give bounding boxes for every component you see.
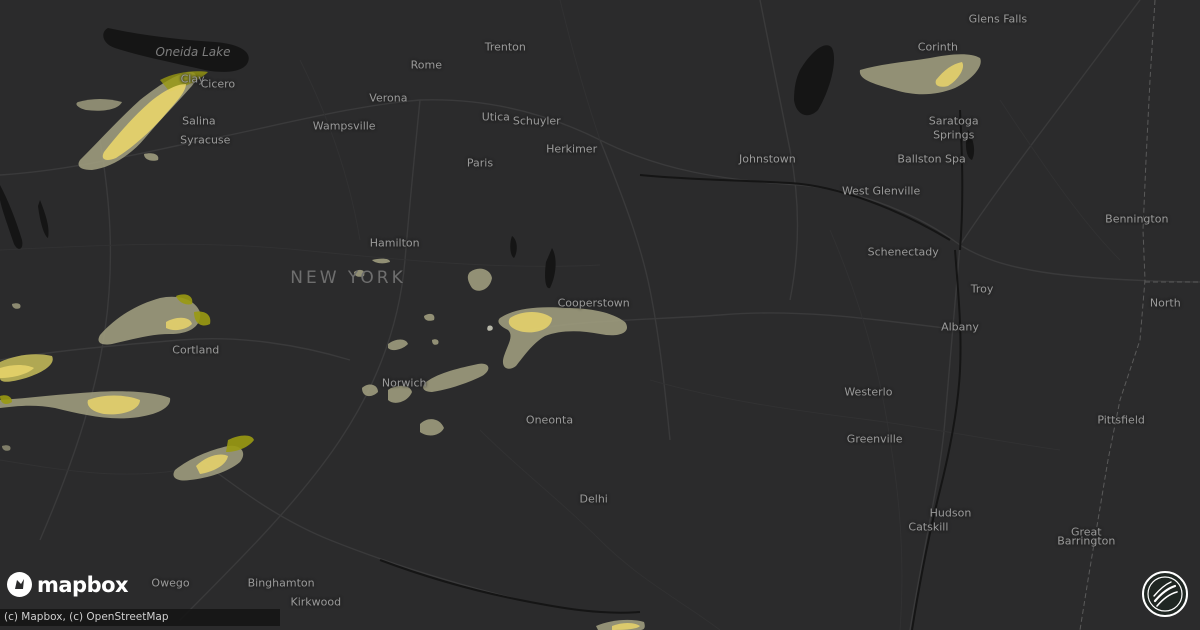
mapbox-logo-icon xyxy=(7,572,32,597)
map-attribution[interactable]: (c) Mapbox, (c) OpenStreetMap xyxy=(0,609,280,626)
place-label-verona: Verona xyxy=(369,91,408,105)
place-label-trenton: Trenton xyxy=(484,40,526,54)
precip-blob-10 xyxy=(487,325,493,331)
place-label-saratoga: Saratoga xyxy=(928,114,979,128)
map-canvas[interactable]: Oneida Lake NEW YORK Glens Falls Corinth S… xyxy=(0,0,1200,630)
place-label-pittsfield: Pittsfield xyxy=(1097,413,1145,427)
place-label-syracuse: Syracuse xyxy=(180,133,231,147)
place-label-delhi: Delhi xyxy=(579,492,608,506)
place-label-cooperstown: Cooperstown xyxy=(557,296,630,310)
place-label-hamilton: Hamilton xyxy=(369,236,420,250)
place-label-binghamton: Binghamton xyxy=(247,576,315,590)
place-label-johnstown: Johnstown xyxy=(739,152,796,166)
place-label-bennington: Bennington xyxy=(1105,212,1169,226)
storm-logo-icon xyxy=(1142,571,1188,617)
place-label-greenville: Greenville xyxy=(846,432,903,446)
place-label-north: North xyxy=(1149,296,1181,310)
place-label-paris: Paris xyxy=(466,156,494,170)
place-label-schenectady: Schenectady xyxy=(867,245,939,259)
place-label-troy: Troy xyxy=(970,282,994,296)
place-label-utica: Utica xyxy=(481,110,510,124)
oneida-lake-label: Oneida Lake xyxy=(155,45,231,59)
site-logo-badge[interactable] xyxy=(1142,571,1188,617)
map-base-layer xyxy=(0,0,1200,630)
place-label-westerlo: Westerlo xyxy=(844,385,893,399)
place-label-schuyler: Schuyler xyxy=(512,114,561,128)
place-label-herkimer: Herkimer xyxy=(546,142,598,156)
place-label-kirkwood: Kirkwood xyxy=(290,595,342,609)
place-label-owego: Owego xyxy=(151,576,190,590)
mapbox-logo[interactable]: mapbox xyxy=(6,571,129,598)
place-label-west-glenville: West Glenville xyxy=(841,184,921,198)
place-label-catskill: Catskill xyxy=(908,520,949,534)
place-label-cortland: Cortland xyxy=(172,343,220,357)
place-label-albany: Albany xyxy=(941,320,979,334)
state-label: NEW YORK xyxy=(290,268,406,288)
place-label-salina: Salina xyxy=(182,114,216,128)
place-label-corinth: Corinth xyxy=(917,40,959,54)
place-label-norwich: Norwich xyxy=(381,376,427,390)
place-label-rome: Rome xyxy=(410,58,442,72)
place-label-oneonta: Oneonta xyxy=(525,413,574,427)
place-label-wampsville: Wampsville xyxy=(312,119,376,133)
place-label-glens-falls: Glens Falls xyxy=(968,12,1028,26)
place-label-hudson: Hudson xyxy=(929,506,972,520)
place-label-barrington: Barrington xyxy=(1057,534,1116,548)
place-label-cicero: Cicero xyxy=(200,77,236,91)
mapbox-logo-text: mapbox xyxy=(37,572,129,597)
place-label-ballston-spa: Ballston Spa xyxy=(897,152,966,166)
place-label-springs: Springs xyxy=(933,128,975,142)
